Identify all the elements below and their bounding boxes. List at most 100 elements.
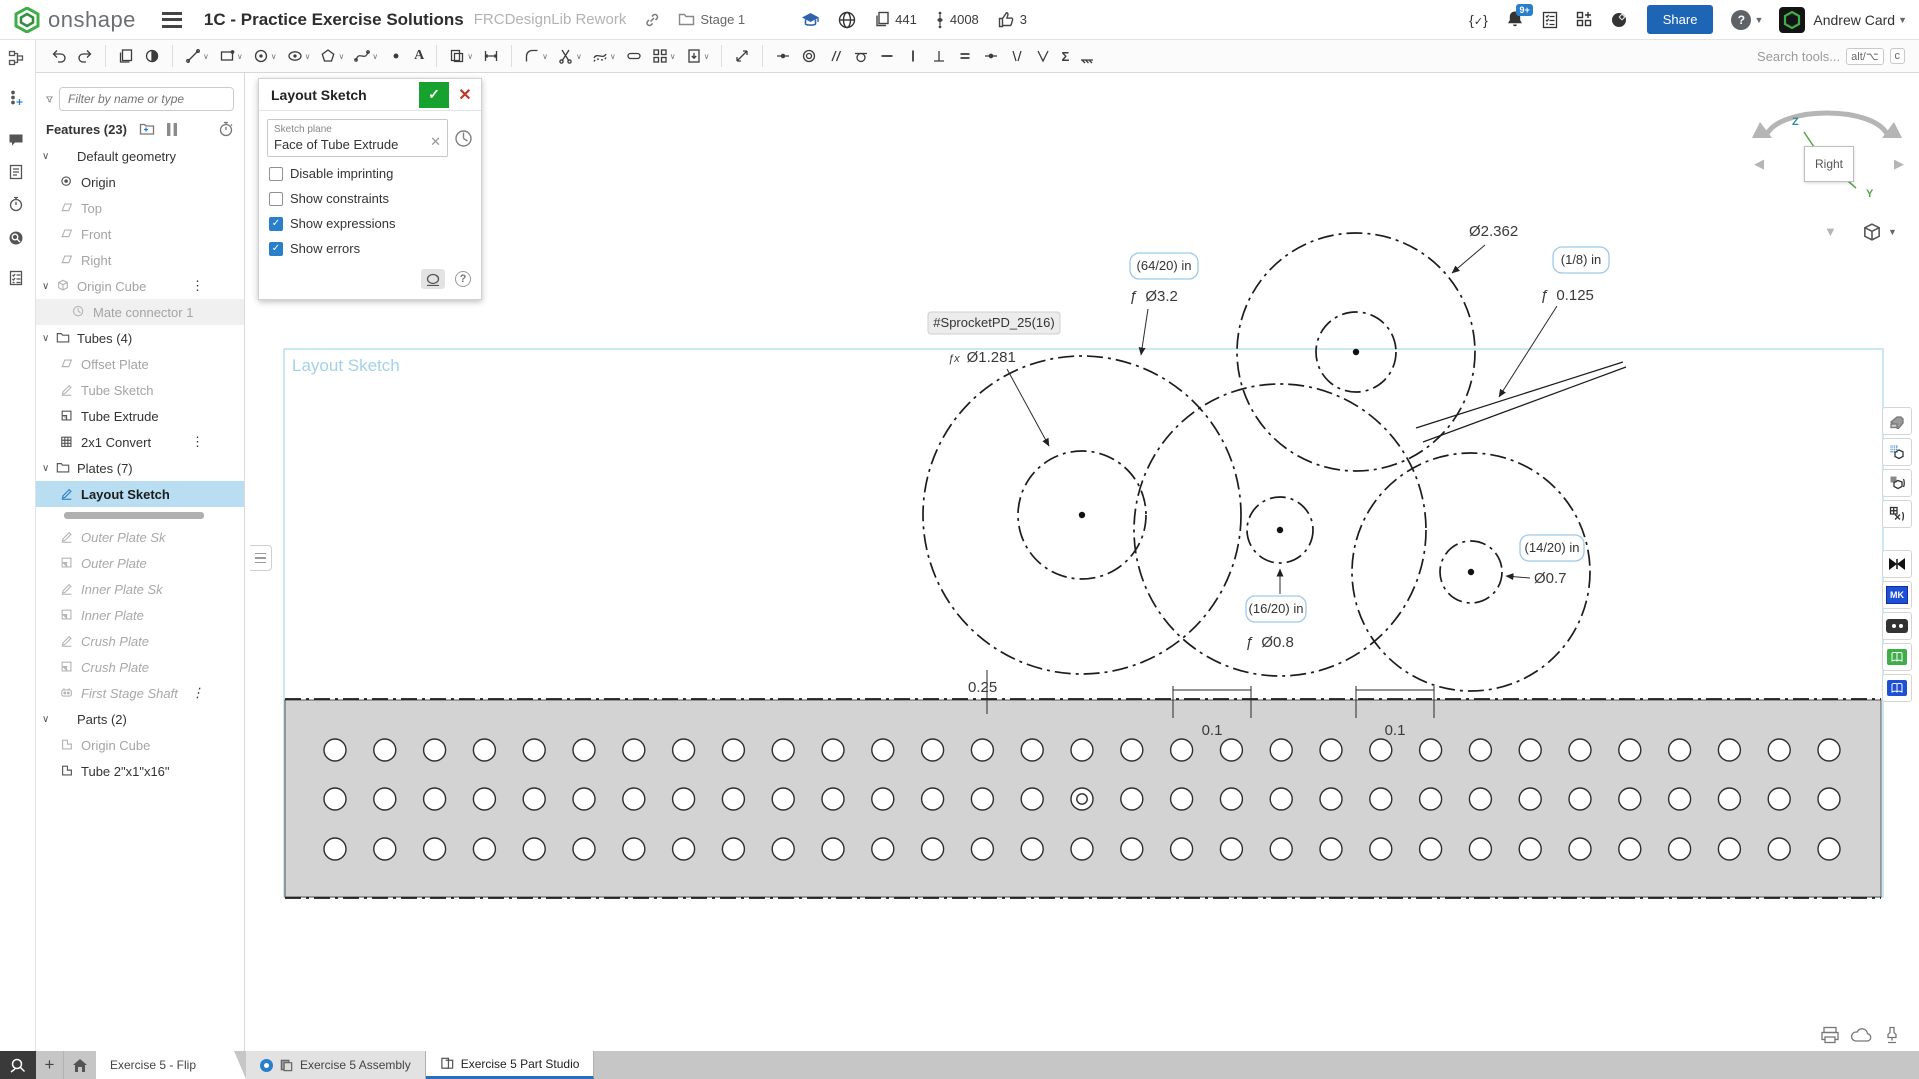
chevron-down-icon[interactable]: ∨: [542, 52, 548, 61]
sketch-plane-field[interactable]: Sketch plane Face of Tube Extrude ✕: [267, 119, 448, 157]
insert-version-icon[interactable]: [8, 90, 28, 110]
tool-symmetric[interactable]: [1005, 45, 1029, 67]
rotate-right-arrow-icon[interactable]: ▶: [1894, 156, 1904, 172]
tab-assembly[interactable]: Exercise 5 Assembly: [246, 1051, 426, 1079]
dimension-label[interactable]: ƒxØ1.281: [948, 349, 1016, 366]
view-options-caret-icon[interactable]: ▼: [1888, 227, 1897, 237]
likes-stat[interactable]: 3: [997, 11, 1027, 28]
dimension-label[interactable]: Ø0.7: [1534, 570, 1567, 587]
view-cube-face[interactable]: Right: [1804, 146, 1854, 182]
machining-icon[interactable]: [1882, 1026, 1902, 1044]
chevron-down-icon[interactable]: ∨: [42, 151, 56, 162]
chevron-down-icon[interactable]: ∨: [237, 52, 243, 61]
mk-badge[interactable]: MK: [1882, 581, 1912, 609]
sketch-dialog-options-icon[interactable]: [421, 269, 445, 289]
panel-drag-handle[interactable]: [250, 545, 272, 571]
robot-head-icon[interactable]: [1882, 612, 1912, 640]
avatar[interactable]: [1779, 7, 1805, 33]
cloud-icon[interactable]: [1850, 1026, 1872, 1044]
feature-item[interactable]: Crush Plate: [36, 628, 244, 654]
chevron-down-icon[interactable]: ∨: [42, 333, 56, 344]
rotate-down-arrow-icon[interactable]: ▼: [1824, 224, 1837, 239]
feature-item[interactable]: Right: [36, 247, 244, 273]
user-name[interactable]: Andrew Card: [1813, 12, 1895, 28]
tool-rectangle[interactable]: ∨: [215, 45, 247, 67]
tool-fillet[interactable]: ∨: [520, 45, 552, 67]
tool-polygon[interactable]: ∨: [316, 45, 348, 67]
tasks-icon[interactable]: [1542, 11, 1558, 29]
graphics-area[interactable]: .dim { font:15px "Liberation Sans",sans-…: [245, 73, 1919, 1051]
feature-item[interactable]: Tube 2"x1"x16": [36, 758, 244, 784]
mate-connector-icon[interactable]: [454, 129, 473, 148]
checkbox[interactable]: [269, 167, 283, 181]
dimension-label[interactable]: 0.25: [968, 679, 997, 696]
feature-item[interactable]: ∨Origin Cube⋮: [36, 273, 244, 299]
print-icon[interactable]: [1820, 1026, 1840, 1044]
hamburger-menu-icon[interactable]: [162, 12, 182, 28]
belt-lines[interactable]: [1416, 362, 1626, 442]
versions-graph-icon[interactable]: [8, 50, 28, 70]
chevron-down-icon[interactable]: ∨: [338, 52, 344, 61]
tool-vertical[interactable]: [901, 45, 925, 67]
suppress-icon[interactable]: [167, 123, 177, 136]
expression-badge-label[interactable]: (14/20) in: [1525, 540, 1580, 555]
rotate-left-arrow-icon[interactable]: ◀: [1754, 156, 1764, 172]
regen-time-icon[interactable]: [218, 121, 234, 137]
dimension-label[interactable]: ƒØ3.2: [1129, 288, 1178, 305]
tool-coincident[interactable]: [771, 45, 795, 67]
tool-transform[interactable]: [730, 45, 754, 67]
tab-partstudio[interactable]: Exercise 5 Part Studio: [426, 1051, 595, 1079]
find-tab-icon[interactable]: [0, 1051, 36, 1079]
chevron-down-icon[interactable]: ∨: [42, 714, 56, 725]
tool-pattern-constraint[interactable]: Σ: [1057, 46, 1073, 67]
tool-parallel[interactable]: [823, 45, 847, 67]
chevron-down-icon[interactable]: ∨: [42, 463, 56, 474]
search-tools[interactable]: Search tools... alt/⌥ c: [1757, 48, 1905, 65]
chevron-down-icon[interactable]: ∨: [670, 52, 676, 61]
feature-item[interactable]: Tube Extrude: [36, 403, 244, 429]
dimension-label[interactable]: Ø2.362: [1469, 223, 1518, 240]
feature-item[interactable]: ∨Default geometry: [36, 143, 244, 169]
rollback-bar[interactable]: [36, 507, 244, 524]
chevron-down-icon[interactable]: ∨: [372, 52, 378, 61]
dialog-help-icon[interactable]: ?: [455, 271, 471, 287]
tool-sketch-appearance[interactable]: [140, 45, 164, 67]
dimension-label[interactable]: ƒØ0.8: [1245, 634, 1294, 651]
feature-item[interactable]: Offset Plate: [36, 351, 244, 377]
expression-badge-label[interactable]: (64/20) in: [1137, 258, 1192, 273]
feature-item[interactable]: ∨Tubes (4): [36, 325, 244, 351]
tool-point[interactable]: [384, 45, 408, 67]
chevron-down-icon[interactable]: ∨: [467, 52, 473, 61]
expression-badge-label[interactable]: (1/8) in: [1561, 252, 1601, 267]
tool-equal[interactable]: [953, 45, 977, 67]
tool-text[interactable]: A: [410, 45, 428, 67]
tool-concentric[interactable]: [797, 45, 821, 67]
new-folder-icon[interactable]: [139, 122, 155, 136]
onshape-logo[interactable]: onshape: [0, 7, 136, 33]
cancel-button[interactable]: ✕: [453, 82, 477, 108]
tool-dimension[interactable]: [479, 45, 503, 67]
tool-redo[interactable]: [73, 45, 97, 67]
chevron-down-icon[interactable]: ∨: [576, 52, 582, 61]
tab-first[interactable]: Exercise 5 - Flip: [96, 1051, 246, 1079]
tool-normal[interactable]: [1031, 45, 1055, 67]
grid-cube-braces-icon[interactable]: [1882, 469, 1912, 497]
grid-cube-icon[interactable]: [1882, 438, 1912, 466]
performance-icon[interactable]: [8, 196, 28, 216]
chevron-down-icon[interactable]: ∨: [305, 52, 311, 61]
feature-item[interactable]: Origin: [36, 169, 244, 195]
green-book-icon[interactable]: [1882, 643, 1912, 671]
feature-item[interactable]: Top: [36, 195, 244, 221]
feature-item[interactable]: 2x1 Convert⋮: [36, 429, 244, 455]
tool-pattern[interactable]: ∨: [648, 45, 680, 67]
checkbox[interactable]: ✓: [269, 242, 283, 256]
folder-location[interactable]: Stage 1: [678, 12, 745, 27]
checkbox[interactable]: ✓: [269, 217, 283, 231]
home-tab-button[interactable]: [64, 1051, 96, 1079]
blue-book-icon[interactable]: [1882, 674, 1912, 702]
overflow-menu-icon[interactable]: ⋮: [191, 685, 204, 701]
filter-icon[interactable]: [46, 92, 53, 107]
tool-circle[interactable]: ∨: [249, 45, 281, 67]
tool-copy-sketch[interactable]: [114, 45, 138, 67]
clear-selection-icon[interactable]: ✕: [430, 134, 441, 150]
